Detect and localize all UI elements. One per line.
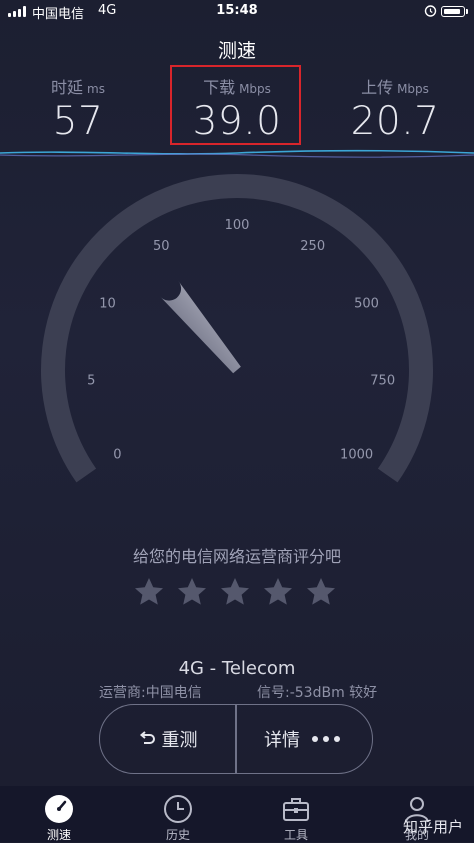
download-highlight-box (170, 65, 301, 145)
star-icon[interactable] (305, 576, 337, 608)
tab-label: 工具 (283, 828, 308, 842)
rating-prompt: 给您的电信网络运营商评分吧 (132, 547, 341, 566)
gauge-needle-shape (159, 280, 241, 374)
details-button[interactable]: 详情 (236, 704, 373, 774)
tab-tools[interactable]: 工具 (251, 786, 341, 842)
carrier-info: 运营商:中国电信 (99, 685, 202, 701)
speedometer-icon (45, 795, 73, 823)
battery-icon (441, 6, 465, 17)
tab-label: 测速 (46, 828, 71, 842)
retest-button[interactable]: 重测 (99, 704, 236, 774)
star-icon[interactable] (262, 576, 294, 608)
status-bar: 中国电信 4G 15:48 (0, 0, 474, 22)
gauge-label-0: 0 (113, 448, 121, 463)
toolbox-icon (283, 798, 309, 821)
network-title: 4G - Telecom (178, 658, 296, 679)
star-icon[interactable] (176, 576, 208, 608)
upload-unit: Mbps (397, 82, 429, 96)
ping-metric: 时延 ms 57 (8, 74, 148, 146)
wave-divider (0, 149, 474, 158)
ping-label: 时延 (51, 78, 84, 97)
clock-icon (164, 795, 192, 823)
upload-label: 上传 (361, 78, 394, 97)
tab-speed-test[interactable]: 测速 (14, 786, 104, 842)
rating-stars[interactable] (133, 576, 343, 610)
gauge-label-750: 750 (370, 374, 395, 389)
status-time: 15:48 (216, 3, 258, 18)
retest-label: 重测 (161, 730, 198, 751)
battery-tip (466, 9, 468, 14)
speed-test-app: 中国电信 4G 15:48 测速 时延 ms 57 下载 Mbps 39.0 上传 M… (0, 0, 474, 842)
ping-unit: ms (87, 82, 105, 96)
tab-history[interactable]: 历史 (133, 786, 223, 842)
star-icon[interactable] (219, 576, 251, 608)
gauge-label-500: 500 (354, 297, 379, 312)
gauge-label-5: 5 (87, 374, 95, 389)
watermark-text: 知乎用户 (403, 818, 464, 836)
more-dots-icon (312, 736, 345, 742)
page-title: 测速 (217, 40, 256, 62)
ping-value: 57 (52, 99, 104, 144)
gauge-scale-labels: 0 5 10 50 100 250 500 750 1000 (87, 218, 395, 463)
gauge-label-250: 250 (300, 239, 325, 254)
signal-info: 信号:-53dBm 较好 (257, 685, 378, 701)
upload-metric: 上传 Mbps 20.7 (325, 74, 465, 146)
alarm-icon (424, 5, 437, 17)
star-icon[interactable] (133, 576, 165, 608)
details-label: 详情 (264, 730, 300, 751)
upload-value: 20.7 (350, 99, 440, 144)
gauge-label-10: 10 (99, 297, 116, 312)
speed-gauge: 0 5 10 50 100 250 500 750 1000 (41, 174, 433, 483)
gauge-label-100: 100 (225, 218, 250, 233)
gauge-label-50: 50 (153, 239, 170, 254)
gauge-label-1000: 1000 (340, 448, 373, 463)
gauge-needle (159, 280, 241, 374)
retry-arrow-icon (139, 731, 155, 744)
tab-label: 历史 (165, 828, 190, 842)
